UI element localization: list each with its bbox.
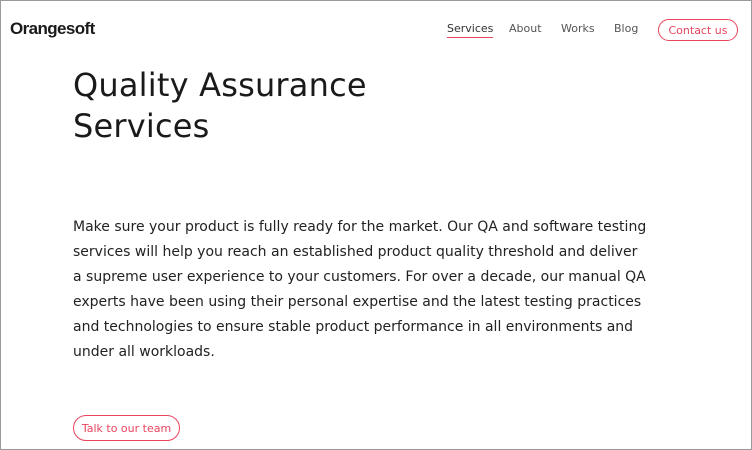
page-frame: Orangesoft Services About Works Blog Con…: [0, 0, 752, 450]
nav-blog[interactable]: Blog: [614, 22, 638, 35]
description-line: experts have been using their personal e…: [73, 294, 642, 310]
talk-to-our-team-button[interactable]: Talk to our team: [73, 415, 180, 441]
description-line: Make sure your product is fully ready fo…: [73, 219, 647, 235]
description-line: services will help you reach an establis…: [73, 244, 638, 260]
nav-about[interactable]: About: [509, 22, 542, 35]
logo[interactable]: Orangesoft: [10, 19, 95, 39]
page-title-line-1: Quality Assurance: [73, 66, 367, 104]
page-title-line-2: Services: [73, 107, 210, 145]
description-line: a supreme user experience to your custom…: [73, 269, 646, 285]
nav-works[interactable]: Works: [561, 22, 595, 35]
page-title: Quality Assurance Services: [73, 65, 367, 147]
hero-description: Make sure your product is fully ready fo…: [73, 215, 713, 365]
description-line: under all workloads.: [73, 344, 215, 360]
contact-us-button[interactable]: Contact us: [658, 19, 738, 41]
description-line: and technologies to ensure stable produc…: [73, 319, 634, 335]
nav-services[interactable]: Services: [447, 22, 494, 38]
